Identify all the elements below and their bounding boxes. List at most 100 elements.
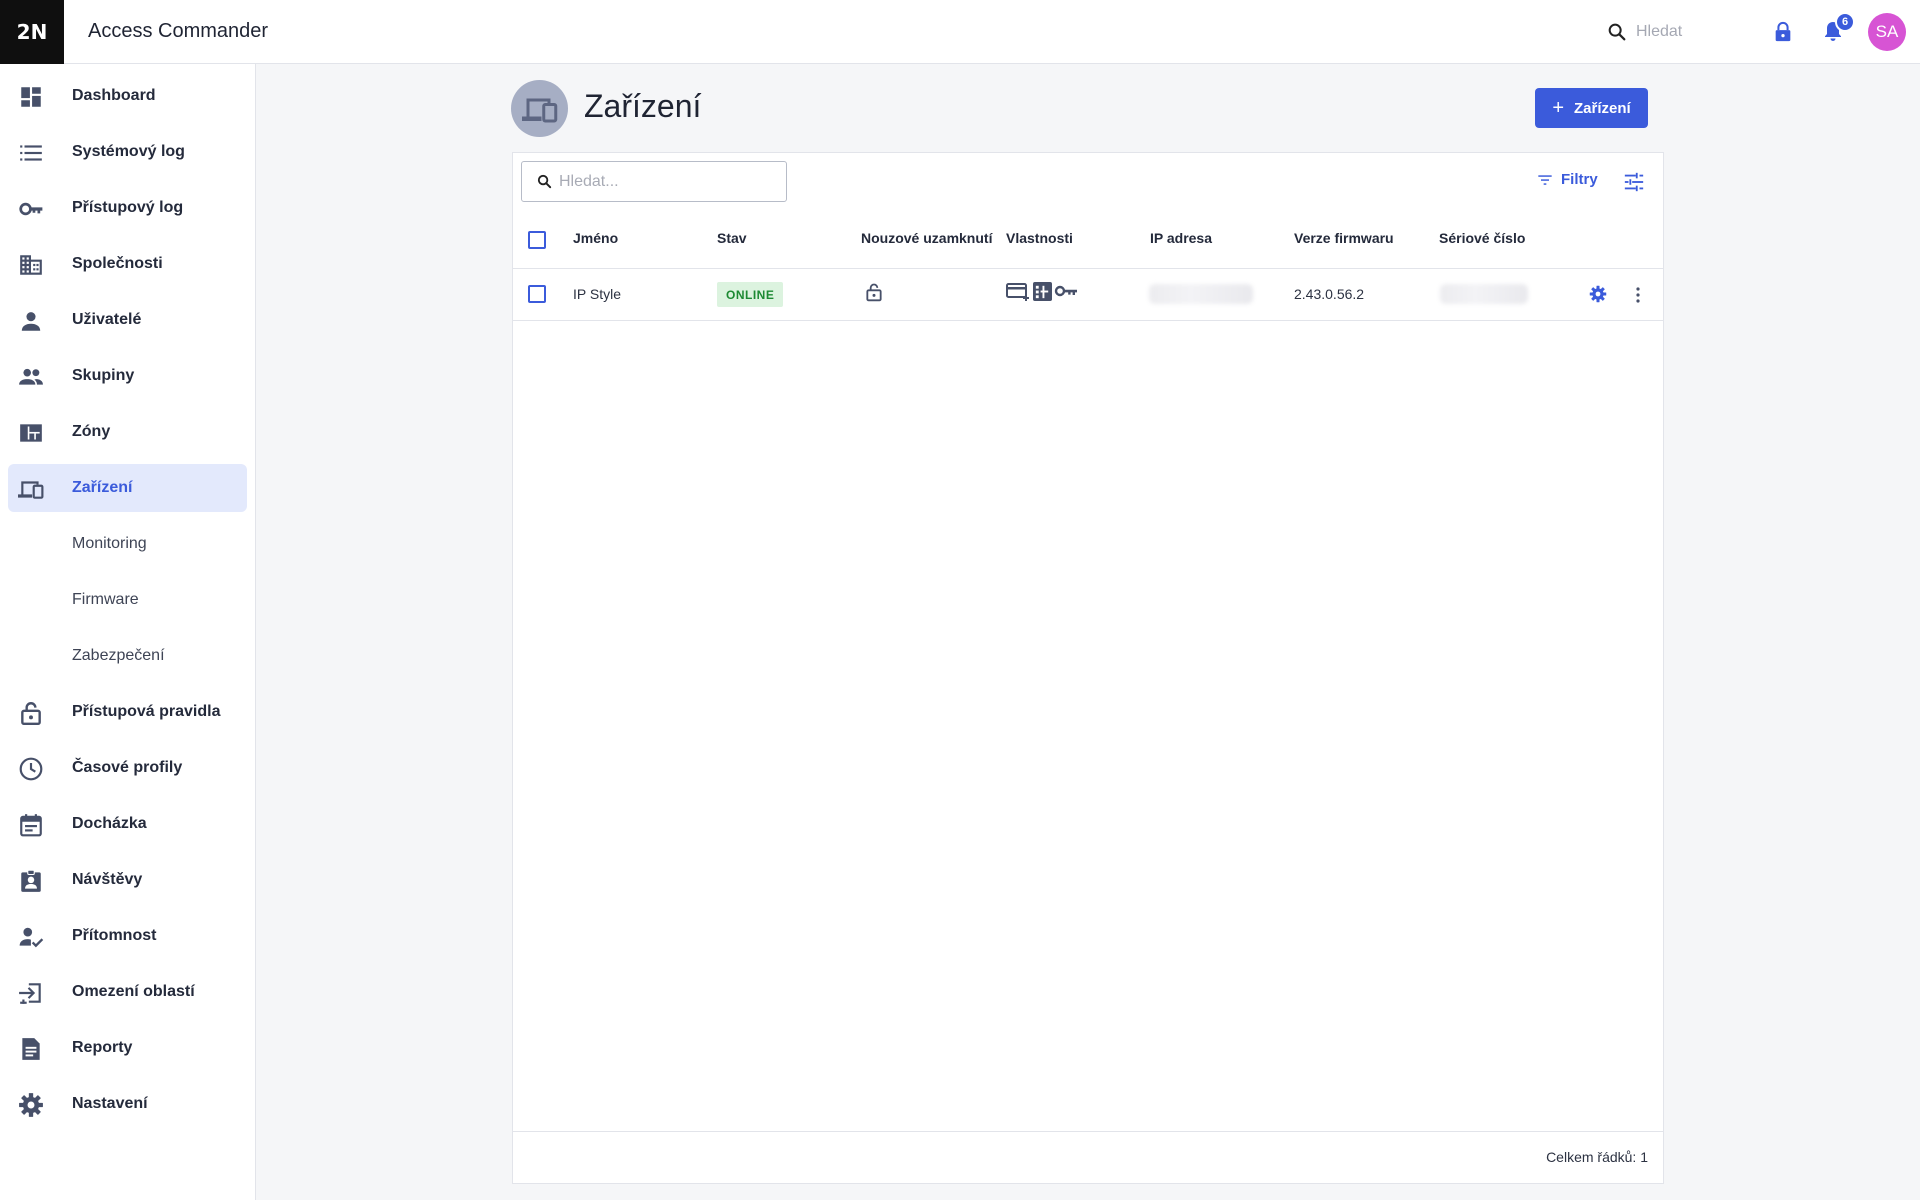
column-header-serial[interactable]: Sériové číslo [1439,230,1525,246]
device-settings-gear-icon[interactable] [1589,285,1607,303]
column-header-firmware[interactable]: Verze firmwaru [1294,230,1394,246]
sidebar-item-label: Omezení oblastí [72,983,195,1000]
table-search[interactable] [521,161,787,202]
global-search-input[interactable] [1636,23,1736,41]
sidebar-item-label: Přístupová pravidla [72,703,221,720]
notification-count-badge: 6 [1835,12,1855,32]
sidebar-item-label: Zóny [72,423,111,440]
lock-open-icon [18,700,44,726]
sidebar-item-label: Zabezpečení [72,647,165,664]
select-all-checkbox[interactable] [528,231,546,249]
devices-icon [18,476,44,502]
notifications-button[interactable]: 6 [1821,12,1855,44]
sidebar-subitem-firmware[interactable]: Firmware [8,576,247,624]
sidebar-nav: Dashboard Systémový log Přístupový log S… [0,64,256,1200]
sidebar-item-label: Zařízení [72,479,133,496]
column-header-ip-address[interactable]: IP adresa [1150,230,1212,246]
sidebar-item-label: Nastavení [72,1095,148,1112]
sidebar-item-label: Uživatelé [72,311,142,328]
sidebar-item-zones[interactable]: Zóny [8,408,247,456]
report-icon [18,1036,44,1062]
card-icon [1006,282,1032,302]
sidebar-item-system-log[interactable]: Systémový log [8,128,247,176]
firmware-version: 2.43.0.56.2 [1294,286,1365,302]
column-header-properties[interactable]: Vlastnosti [1006,230,1073,246]
sidebar-item-label: Monitoring [72,535,147,552]
sidebar-item-label: Docházka [72,815,147,832]
column-header-status[interactable]: Stav [717,230,747,246]
page-title: Zařízení [584,88,702,124]
keypad-icon [1033,282,1052,301]
user-avatar[interactable]: SA [1868,13,1906,51]
person-check-icon [18,924,44,950]
sidebar-item-groups[interactable]: Skupiny [8,352,247,400]
add-device-button-label: Zařízení [1574,99,1631,117]
sidebar-item-users[interactable]: Uživatelé [8,296,247,344]
page-header-devices-icon [511,80,568,137]
sidebar-item-time-profiles[interactable]: Časové profily [8,744,247,792]
global-search[interactable] [1606,18,1746,46]
brand-logo[interactable]: 2N [0,0,64,64]
area-restriction-icon [18,980,44,1006]
sidebar-item-reports[interactable]: Reporty [8,1024,247,1072]
filter-icon [1538,174,1552,185]
sidebar-item-area-restriction[interactable]: Omezení oblastí [8,968,247,1016]
search-icon [1608,23,1626,41]
sidebar-subitem-monitoring[interactable]: Monitoring [8,520,247,568]
sidebar-item-label: Časové profily [72,759,183,776]
sidebar-item-label: Společnosti [72,255,163,272]
sidebar-item-access-log[interactable]: Přístupový log [8,184,247,232]
lock-open-icon[interactable] [864,281,884,303]
sidebar-item-presence[interactable]: Přítomnost [8,912,247,960]
add-device-button[interactable]: + Zařízení [1535,88,1648,128]
column-header-emergency-lock[interactable]: Nouzové uzamknutí [861,230,992,246]
sidebar-item-visits[interactable]: Návštěvy [8,856,247,904]
row-checkbox[interactable] [528,285,546,303]
footer-divider [513,1131,1663,1132]
calendar-icon [18,812,44,838]
more-vert-icon[interactable] [1633,286,1643,304]
serial-number-redacted [1440,284,1528,304]
search-icon [537,174,552,189]
sidebar-item-access-rules[interactable]: Přístupová pravidla [8,688,247,736]
sidebar-item-label: Systémový log [72,143,185,160]
sidebar-item-dashboard[interactable]: Dashboard [8,72,247,120]
dashboard-icon [18,84,44,110]
sidebar-subitem-security[interactable]: Zabezpečení [8,632,247,680]
device-name[interactable]: IP Style [573,286,621,302]
sidebar-item-devices[interactable]: Zařízení [8,464,247,512]
sidebar-item-label: Dashboard [72,87,156,104]
sidebar-item-companies[interactable]: Společnosti [8,240,247,288]
visitor-badge-icon [18,868,44,894]
zones-icon [18,420,44,446]
filters-button[interactable]: Filtry [1537,171,1598,188]
clock-icon [18,756,44,782]
sidebar-item-label: Přítomnost [72,927,157,944]
person-icon [18,308,44,334]
total-rows-count: Celkem řádků: 1 [1546,1149,1648,1165]
row-divider [513,320,1663,321]
plus-icon: + [1552,97,1564,119]
column-header-name[interactable]: Jméno [573,230,618,246]
key-icon [18,196,44,222]
top-app-bar: 2N Access Commander 6 SA [0,0,1920,64]
app-title: Access Commander [88,20,269,42]
sidebar-item-label: Reporty [72,1039,133,1056]
table-search-input[interactable] [559,172,779,191]
sidebar-item-attendance[interactable]: Docházka [8,800,247,848]
ip-address-redacted [1149,284,1253,304]
gear-icon [18,1092,44,1118]
key-icon [1054,283,1078,299]
column-settings-icon[interactable] [1623,171,1645,193]
sidebar-item-label: Firmware [72,591,139,608]
sidebar-item-label: Skupiny [72,367,135,384]
people-icon [18,364,44,390]
lock-icon[interactable] [1772,20,1794,44]
sidebar-item-label: Návštěvy [72,871,143,888]
header-divider [513,268,1663,269]
status-badge: ONLINE [717,282,784,307]
sidebar-item-settings[interactable]: Nastavení [8,1080,247,1128]
devices-table-card: Filtry [512,152,1664,1184]
building-icon [18,252,44,278]
sidebar-item-label: Přístupový log [72,199,184,216]
